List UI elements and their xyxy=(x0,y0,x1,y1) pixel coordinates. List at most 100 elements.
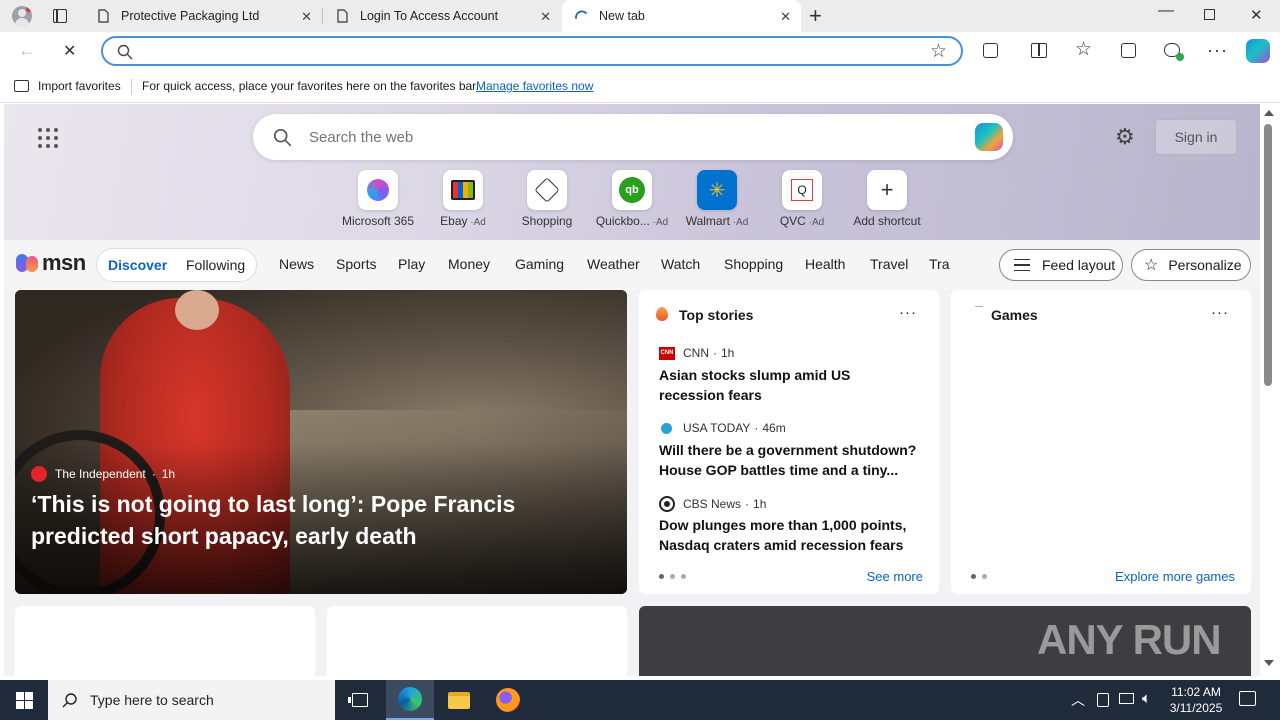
msn-logo[interactable]: msn xyxy=(16,250,86,276)
volume-tray-icon[interactable]: 🔈︎ xyxy=(1142,690,1151,707)
nav-traffic[interactable]: Tra xyxy=(929,256,951,272)
story-headline[interactable]: Will there be a government shutdown? Hou… xyxy=(659,440,919,480)
notifications-icon[interactable] xyxy=(1239,691,1256,706)
nav-gaming[interactable]: Gaming xyxy=(515,256,564,272)
edge-taskbar-icon[interactable] xyxy=(386,680,434,720)
nav-weather[interactable]: Weather xyxy=(587,256,640,272)
stop-loading-icon[interactable]: ✕ xyxy=(63,41,76,61)
nav-travel[interactable]: Travel xyxy=(870,256,908,272)
security-tray-icon[interactable] xyxy=(1097,693,1109,707)
walmart-icon: ✳ xyxy=(697,170,737,210)
feed-card-dark[interactable]: ANY RUN xyxy=(639,606,1251,676)
nav-sports[interactable]: Sports xyxy=(336,256,376,272)
ad-badge: Ad xyxy=(473,217,486,228)
story-source-name: CNN xyxy=(683,346,709,360)
extensions-icon[interactable] xyxy=(983,43,998,58)
nav-news[interactable]: News xyxy=(279,256,314,272)
minimize-icon[interactable]: — xyxy=(1158,2,1174,20)
shortcut-ebay[interactable]: Ebay ·Ad xyxy=(423,170,503,228)
nav-play[interactable]: Play xyxy=(398,256,425,272)
shortcut-label: QVC xyxy=(779,214,806,228)
hero-story-card[interactable]: The Independent · 1h ‘This is not going to… xyxy=(15,290,627,594)
shortcut-add[interactable]: + Add shortcut xyxy=(847,170,927,228)
import-favorites-button[interactable]: Import favorites xyxy=(14,79,121,93)
file-explorer-icon[interactable] xyxy=(435,680,483,720)
taskbar-search[interactable]: Type here to search xyxy=(48,680,335,720)
hero-headline[interactable]: ‘This is not going to last long’: Pope F… xyxy=(31,488,551,552)
tab-new-tab[interactable]: New tab ✕ xyxy=(562,0,801,32)
story-headline[interactable]: Dow plunges more than 1,000 points, Nasd… xyxy=(659,515,919,555)
profile-avatar-icon[interactable] xyxy=(12,6,32,26)
show-hidden-icons[interactable]: ︿ xyxy=(1071,690,1085,710)
nav-shopping[interactable]: Shopping xyxy=(724,256,783,272)
browser-essentials-icon[interactable] xyxy=(1164,43,1184,61)
app-launcher-icon[interactable] xyxy=(38,128,58,148)
close-tab-icon[interactable]: ✕ xyxy=(301,9,312,25)
shortcut-label: Ebay xyxy=(440,214,468,228)
tab-login[interactable]: Login To Access Account ✕ xyxy=(323,0,561,32)
back-icon[interactable]: ← xyxy=(18,40,36,61)
network-tray-icon[interactable] xyxy=(1119,693,1134,704)
more-options-icon[interactable]: ··· xyxy=(899,304,917,321)
close-tab-icon[interactable]: ✕ xyxy=(780,9,791,25)
scroll-up-icon[interactable] xyxy=(1264,110,1274,116)
split-screen-icon[interactable] xyxy=(1031,43,1047,58)
flame-icon xyxy=(656,307,668,321)
sign-in-button[interactable]: Sign in xyxy=(1155,119,1237,155)
address-bar[interactable]: ☆ xyxy=(101,36,963,66)
carousel-dots[interactable] xyxy=(659,574,686,579)
shortcut-label: Microsoft 365 xyxy=(341,214,415,228)
cbs-logo-icon xyxy=(659,496,675,512)
feed-card[interactable] xyxy=(15,606,315,676)
web-search-box[interactable] xyxy=(253,114,1013,160)
close-tab-icon[interactable]: ✕ xyxy=(540,9,551,25)
close-window-icon[interactable]: ✕ xyxy=(1250,6,1263,24)
games-title: Games xyxy=(991,307,1038,323)
web-search-input[interactable] xyxy=(309,127,909,147)
nav-health[interactable]: Health xyxy=(805,256,845,272)
more-options-icon[interactable]: ··· xyxy=(1207,40,1228,61)
favorites-icon[interactable]: ☆ xyxy=(1075,38,1092,61)
explore-games-link[interactable]: Explore more games xyxy=(1115,569,1235,584)
start-button[interactable] xyxy=(0,680,48,720)
restore-icon[interactable] xyxy=(1204,9,1215,20)
nav-watch[interactable]: Watch xyxy=(661,256,700,272)
tab-protective-packaging[interactable]: Protective Packaging Ltd ✕ xyxy=(84,0,322,32)
see-more-link[interactable]: See more xyxy=(867,569,923,584)
shortcut-quickbooks[interactable]: qb Quickbo... ·Ad xyxy=(592,170,672,228)
address-input[interactable] xyxy=(149,42,909,62)
shortcut-walmart[interactable]: ✳ Walmart ·Ad xyxy=(677,170,757,228)
firefox-icon[interactable] xyxy=(484,680,532,720)
settings-gear-icon[interactable]: ⚙ xyxy=(1115,124,1135,150)
shortcut-qvc[interactable]: Q QVC ·Ad xyxy=(762,170,842,228)
tab-following[interactable]: Following xyxy=(186,257,245,273)
favbar-divider xyxy=(131,79,132,95)
copilot-icon[interactable] xyxy=(975,123,1003,151)
ad-badge: Ad xyxy=(811,217,825,228)
nav-money[interactable]: Money xyxy=(448,256,490,272)
shortcut-shopping[interactable]: Shopping xyxy=(507,170,587,228)
copilot-icon[interactable] xyxy=(1246,39,1270,63)
carousel-dots[interactable] xyxy=(971,574,987,579)
more-options-icon[interactable]: ··· xyxy=(1211,304,1229,321)
scroll-thumb[interactable] xyxy=(1264,124,1272,386)
new-tab-button[interactable]: + xyxy=(809,3,822,29)
story-headline[interactable]: Asian stocks slump amid US recession fea… xyxy=(659,365,919,405)
clock[interactable]: 11:02 AM 3/11/2025 xyxy=(1163,684,1229,716)
feed-card[interactable] xyxy=(327,606,627,676)
games-icon xyxy=(975,306,983,307)
shortcut-label: Shopping xyxy=(521,214,573,228)
manage-favorites-link[interactable]: Manage favorites now xyxy=(476,79,593,93)
tab-discover[interactable]: Discover xyxy=(108,257,167,273)
collections-icon[interactable] xyxy=(1121,43,1136,58)
personalize-button[interactable]: ☆ Personalize xyxy=(1131,249,1251,281)
taskbar-search-placeholder: Type here to search xyxy=(90,692,214,708)
feed-layout-button[interactable]: Feed layout xyxy=(999,249,1123,281)
page-scrollbar[interactable] xyxy=(1260,104,1280,676)
story-age: 1h xyxy=(721,346,735,360)
task-view-icon[interactable] xyxy=(336,680,384,720)
tab-actions-icon[interactable] xyxy=(53,9,67,23)
shortcut-microsoft-365[interactable]: Microsoft 365 xyxy=(338,170,418,228)
scroll-down-icon[interactable] xyxy=(1264,660,1274,666)
favorite-star-icon[interactable]: ☆ xyxy=(930,40,947,63)
